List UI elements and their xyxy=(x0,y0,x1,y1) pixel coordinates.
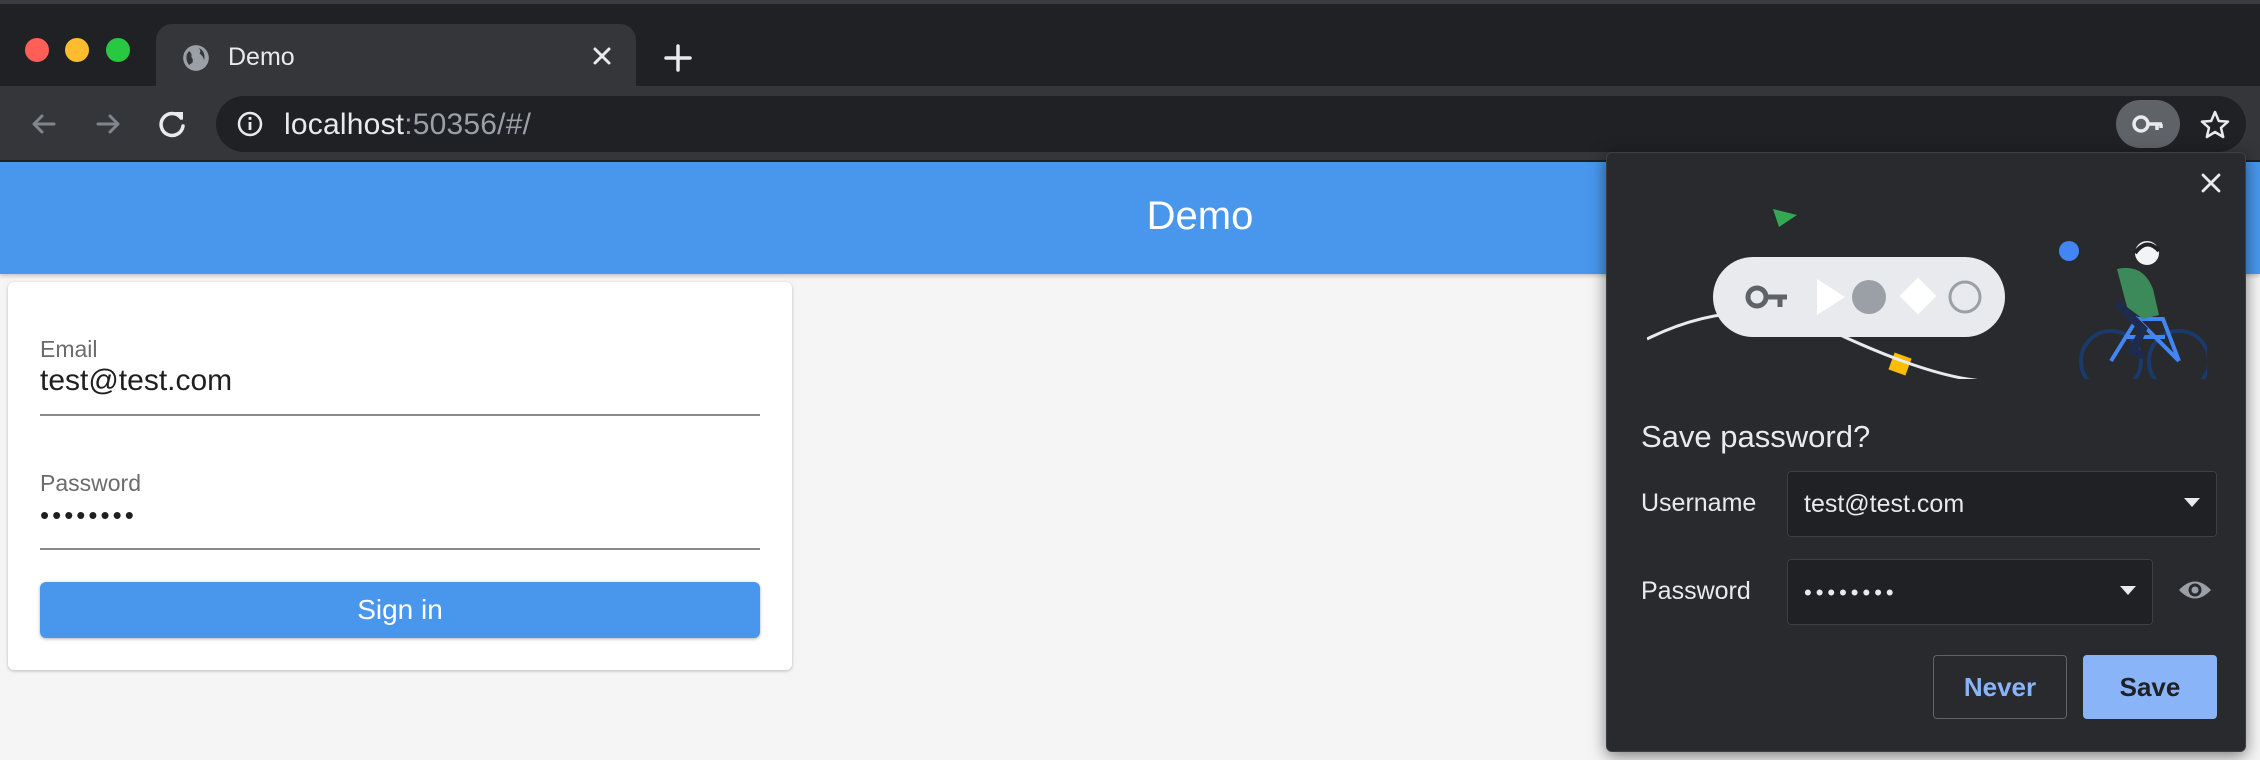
password-field[interactable]: Password •••••••• xyxy=(40,470,760,550)
plus-icon[interactable] xyxy=(660,40,696,76)
window-close-button[interactable] xyxy=(25,38,49,62)
star-icon[interactable] xyxy=(2198,108,2232,142)
tab-title: Demo xyxy=(228,43,295,71)
password-value[interactable]: •••••••• xyxy=(40,500,137,531)
chevron-down-icon xyxy=(2184,498,2200,507)
email-value[interactable]: test@test.com xyxy=(40,364,232,398)
sign-in-button[interactable]: Sign in xyxy=(40,582,760,638)
username-select[interactable]: test@test.com xyxy=(1787,471,2217,537)
url-host: localhost xyxy=(284,108,405,141)
eye-icon[interactable] xyxy=(2177,575,2213,605)
save-button[interactable]: Save xyxy=(2083,655,2217,719)
email-label: Email xyxy=(40,336,98,362)
window-minimize-button[interactable] xyxy=(65,38,89,62)
info-icon[interactable] xyxy=(236,110,264,138)
address-bar[interactable]: localhost:50356/#/ xyxy=(216,96,2246,152)
login-card: Email test@test.com Password •••••••• Si… xyxy=(8,282,792,670)
never-button[interactable]: Never xyxy=(1933,655,2067,719)
browser-toolbar: localhost:50356/#/ xyxy=(0,86,2260,162)
email-field[interactable]: Email test@test.com xyxy=(40,336,760,416)
globe-icon xyxy=(183,45,209,71)
password-key-button[interactable] xyxy=(2116,100,2180,148)
save-password-dialog: Save password? Username test@test.com Pa… xyxy=(1606,152,2246,752)
forward-arrow-icon[interactable] xyxy=(88,104,128,144)
password-select[interactable]: •••••••• xyxy=(1787,559,2153,625)
back-arrow-icon[interactable] xyxy=(24,104,64,144)
password-label: Password xyxy=(1641,577,1751,605)
password-label: Password xyxy=(40,470,141,496)
key-icon xyxy=(2132,115,2163,133)
password-illustration xyxy=(1647,209,2207,379)
username-value: test@test.com xyxy=(1804,490,1965,518)
reload-icon[interactable] xyxy=(152,104,192,144)
tab-strip: Demo xyxy=(0,0,2260,90)
chevron-down-icon xyxy=(2120,586,2136,595)
browser-tab[interactable]: Demo xyxy=(156,24,636,90)
username-label: Username xyxy=(1641,489,1757,517)
password-value: •••••••• xyxy=(1804,580,1898,605)
url-text[interactable]: localhost:50356/#/ xyxy=(284,108,531,142)
dialog-title: Save password? xyxy=(1641,419,1871,454)
url-path: :50356/#/ xyxy=(404,108,532,141)
window-zoom-button[interactable] xyxy=(106,38,130,62)
close-icon[interactable] xyxy=(586,40,618,72)
